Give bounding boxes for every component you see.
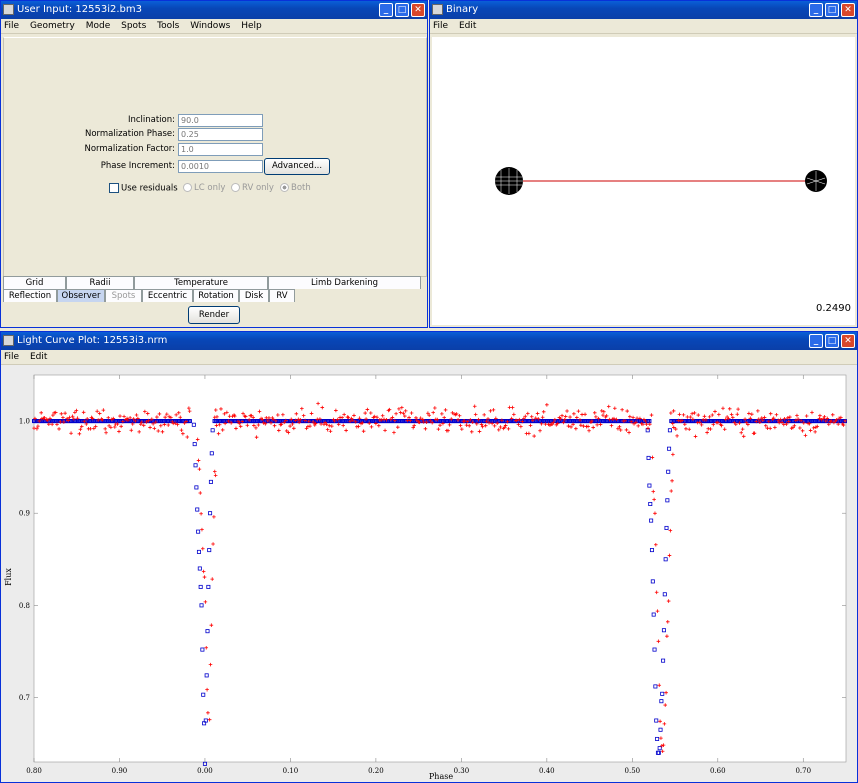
y-tick-label: 0.9 <box>19 510 30 518</box>
user-input-titlebar[interactable]: User Input: 12553i2.bm3 _ □ ✕ <box>1 1 427 19</box>
maximize-icon[interactable]: □ <box>395 3 409 17</box>
menu-windows[interactable]: Windows <box>190 21 230 31</box>
light-curve-titlebar[interactable]: Light Curve Plot: 12553i3.nrm _ □ ✕ <box>1 332 857 350</box>
advanced-button[interactable]: Advanced... <box>264 158 330 175</box>
x-tick-label: 0.50 <box>625 767 641 775</box>
x-tick-label: 0.30 <box>454 767 470 775</box>
light-curve-title: Light Curve Plot: 12553i3.nrm <box>17 335 168 346</box>
radio-both-label: Both <box>291 183 311 193</box>
menu-file[interactable]: File <box>433 21 448 31</box>
radio-rv-only-label: RV only <box>242 183 274 193</box>
user-input-menubar: File Geometry Mode Spots Tools Windows H… <box>1 19 427 34</box>
light-curve-menubar: File Edit <box>1 350 857 365</box>
tab-temperature[interactable]: Temperature <box>134 276 268 289</box>
maximize-icon[interactable]: □ <box>825 3 839 17</box>
use-residuals-checkbox[interactable]: Use residuals <box>109 183 178 194</box>
menu-help[interactable]: Help <box>241 21 262 31</box>
secondary-star <box>805 170 827 192</box>
menu-edit[interactable]: Edit <box>30 352 47 362</box>
x-tick-label: 0.70 <box>795 767 811 775</box>
phase-readout: 0.2490 <box>816 303 851 314</box>
binary-view <box>495 167 827 195</box>
model-point <box>202 761 207 766</box>
tab-radii[interactable]: Radii <box>66 276 134 289</box>
normalization-phase-field[interactable]: 0.25 <box>178 128 263 141</box>
radio-lc-only-label: LC only <box>194 183 226 193</box>
menu-tools[interactable]: Tools <box>157 21 179 31</box>
x-tick-label: 0.10 <box>283 767 299 775</box>
menu-file[interactable]: File <box>4 21 19 31</box>
x-tick-label: 0.60 <box>710 767 726 775</box>
minimize-icon[interactable]: _ <box>379 3 393 17</box>
binary-title: Binary <box>446 4 479 15</box>
user-input-title: User Input: 12553i2.bm3 <box>17 4 142 15</box>
checkbox-icon <box>109 183 119 193</box>
x-tick-label: 0.80 <box>26 767 42 775</box>
normalization-factor-field[interactable]: 1.0 <box>178 143 263 156</box>
tab-rv[interactable]: RV <box>269 289 295 302</box>
phase-increment-label: Phase Increment: <box>100 161 175 171</box>
minimize-icon[interactable]: _ <box>809 334 823 348</box>
java-app-icon <box>3 335 14 346</box>
radio-rv-only[interactable]: RV only <box>231 183 274 193</box>
tab-eccentric[interactable]: Eccentric <box>142 289 193 302</box>
light-curve-window: Light Curve Plot: 12553i3.nrm _ □ ✕ File… <box>0 331 858 783</box>
binary-window: Binary _ □ ✕ File Edit 0.2490 <box>429 0 858 328</box>
menu-edit[interactable]: Edit <box>459 21 476 31</box>
tab-grid[interactable]: Grid <box>3 276 66 289</box>
inclination-label: Inclination: <box>127 115 175 125</box>
menu-spots[interactable]: Spots <box>121 21 146 31</box>
menu-file[interactable]: File <box>4 352 19 362</box>
close-icon[interactable]: ✕ <box>841 334 855 348</box>
java-app-icon <box>432 4 443 15</box>
x-tick-label: 0.20 <box>368 767 384 775</box>
x-tick-label: 0.00 <box>197 767 213 775</box>
binary-titlebar[interactable]: Binary _ □ ✕ <box>430 1 857 19</box>
tab-limb-darkening[interactable]: Limb Darkening <box>268 276 421 289</box>
plot-area <box>33 374 847 763</box>
y-tick-label: 1.0 <box>19 418 30 426</box>
y-axis-label: Flux <box>4 568 13 586</box>
java-app-icon <box>3 4 14 15</box>
observer-panel <box>3 37 427 277</box>
primary-star <box>495 167 523 195</box>
binary-menubar: File Edit <box>430 19 857 34</box>
maximize-icon[interactable]: □ <box>825 334 839 348</box>
radio-lc-only[interactable]: LC only <box>183 183 225 193</box>
light-curve-plot: 0.80 0.90 0.00 0.10 0.20 0.30 0.40 0.50 0.60 0.70… <box>1 365 857 782</box>
use-residuals-label: Use residuals <box>121 183 178 194</box>
tab-reflection[interactable]: Reflection <box>3 289 57 302</box>
minimize-icon[interactable]: _ <box>809 3 823 17</box>
radio-icon <box>183 183 192 192</box>
close-icon[interactable]: ✕ <box>841 3 855 17</box>
radio-selected-icon <box>280 183 289 192</box>
tab-spots[interactable]: Spots <box>105 289 142 302</box>
x-axis-label: Phase <box>429 772 453 781</box>
tab-rotation[interactable]: Rotation <box>193 289 239 302</box>
phase-increment-field[interactable]: 0.0010 <box>178 160 263 173</box>
x-tick-label: 0.90 <box>112 767 128 775</box>
inclination-field[interactable]: 90.0 <box>178 114 263 127</box>
radio-both[interactable]: Both <box>280 183 311 193</box>
radio-icon <box>231 183 240 192</box>
y-tick-label: 0.7 <box>19 694 30 702</box>
x-tick-label: 0.40 <box>539 767 555 775</box>
render-button[interactable]: Render <box>188 306 240 324</box>
close-icon[interactable]: ✕ <box>411 3 425 17</box>
tab-observer[interactable]: Observer <box>57 289 105 302</box>
user-input-window: User Input: 12553i2.bm3 _ □ ✕ File Geome… <box>0 0 428 328</box>
normalization-phase-label: Normalization Phase: <box>84 129 175 139</box>
normalization-factor-label: Normalization Factor: <box>84 144 175 154</box>
y-tick-label: 0.8 <box>19 602 30 610</box>
binary-canvas: 0.2490 <box>432 37 855 325</box>
menu-geometry[interactable]: Geometry <box>30 21 75 31</box>
menu-mode[interactable]: Mode <box>86 21 111 31</box>
tab-disk[interactable]: Disk <box>239 289 269 302</box>
